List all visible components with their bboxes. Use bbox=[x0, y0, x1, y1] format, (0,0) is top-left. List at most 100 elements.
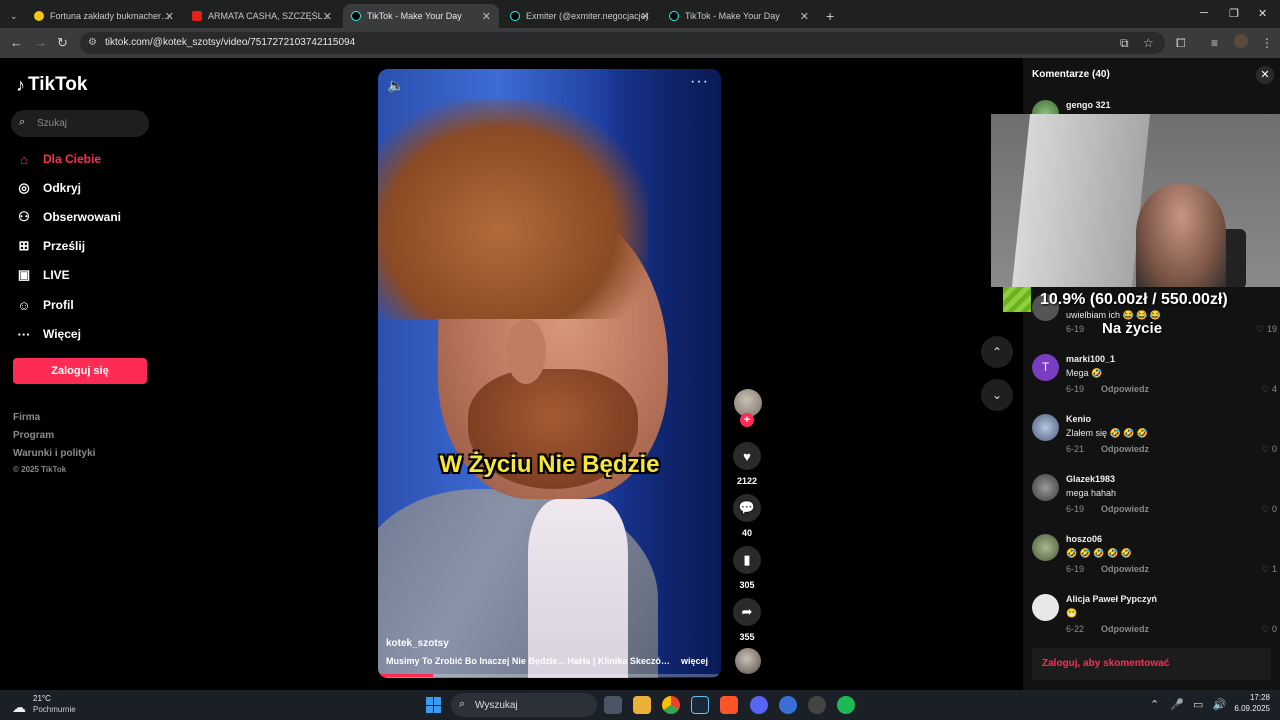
reading-list-icon[interactable]: ≡ bbox=[1211, 36, 1218, 50]
address-bar[interactable]: ⚙ tiktok.com/@kotek_szotsy/video/7517272… bbox=[80, 32, 1165, 54]
login-to-comment[interactable]: Zaloguj, aby skomentować bbox=[1032, 648, 1271, 680]
reply-button[interactable]: Odpowiedz bbox=[1101, 624, 1149, 634]
search-icon: ⌕ bbox=[459, 698, 466, 710]
avatar[interactable] bbox=[1032, 474, 1059, 501]
avatar[interactable] bbox=[1032, 414, 1059, 441]
comment-likes[interactable]: ♡ 0 bbox=[1261, 504, 1277, 515]
tiktok-logo[interactable]: ♪ TikTok bbox=[16, 74, 87, 96]
taskbar-search[interactable]: ⌕ Wyszukaj bbox=[451, 693, 597, 717]
close-window-icon[interactable]: ✕ bbox=[1258, 7, 1267, 20]
share-action[interactable]: ➦ 355 bbox=[733, 598, 761, 642]
avatar[interactable] bbox=[1032, 534, 1059, 561]
heart-icon[interactable]: ♥ bbox=[733, 442, 761, 470]
login-button[interactable]: Zaloguj się bbox=[13, 358, 147, 384]
tab-tiktok[interactable]: TikTok - Make Your Day ✕ bbox=[661, 4, 817, 28]
comment-likes[interactable]: ♡ 4 bbox=[1261, 384, 1277, 395]
nav-live[interactable]: ▣ LIVE bbox=[16, 267, 70, 283]
volume-icon[interactable]: 🔈 bbox=[387, 77, 404, 94]
comment-action[interactable]: 💬 40 bbox=[733, 494, 761, 538]
follow-plus-icon[interactable]: + bbox=[740, 413, 754, 427]
speaker-icon: 🔊 bbox=[1212, 699, 1227, 711]
search-icon: ⌕ bbox=[19, 116, 26, 128]
reply-button[interactable]: Odpowiedz bbox=[1101, 444, 1149, 454]
reply-button[interactable]: Odpowiedz bbox=[1101, 384, 1149, 394]
start-button[interactable] bbox=[426, 697, 442, 713]
extensions-icon[interactable]: ⧠ bbox=[1176, 36, 1186, 51]
system-tray[interactable]: ⌃ 🎤 ▭ 🔊 bbox=[1150, 698, 1226, 711]
copyright-text: © 2025 TikTok bbox=[13, 465, 67, 474]
close-comments-button[interactable]: ✕ bbox=[1256, 66, 1274, 84]
close-icon: ✕ bbox=[1260, 69, 1270, 81]
next-video-button[interactable]: ⌄ bbox=[981, 379, 1013, 411]
new-tab-button[interactable]: + bbox=[818, 4, 840, 28]
brave-icon[interactable] bbox=[720, 696, 738, 714]
taskbar-clock[interactable]: 17:28 6.09.2025 bbox=[1228, 693, 1270, 713]
search-input[interactable]: ⌕ Szukaj bbox=[11, 110, 149, 137]
nav-explore[interactable]: ◎ Odkryj bbox=[16, 180, 81, 196]
reply-button[interactable]: Odpowiedz bbox=[1101, 504, 1149, 514]
share-icon[interactable]: ➦ bbox=[733, 598, 761, 626]
back-icon[interactable]: ← bbox=[10, 35, 23, 50]
close-tab-icon[interactable]: ✕ bbox=[165, 10, 174, 23]
tab-exmiter[interactable]: Exmiter (@exmiter.negocjacje) ✕ bbox=[502, 4, 658, 28]
comments-title: Komentarze (40) bbox=[1032, 69, 1110, 80]
nav-following[interactable]: ⚇ Obserwowani bbox=[16, 209, 121, 225]
obs-icon[interactable] bbox=[808, 696, 826, 714]
menu-kebab-icon[interactable]: ⋮ bbox=[1261, 36, 1273, 50]
comment-likes[interactable]: ♡ 1 bbox=[1261, 564, 1277, 575]
tab-youtube[interactable]: ARMATA CASHA, SZCZĘŚLIWY ✕ bbox=[184, 4, 340, 28]
maximize-icon[interactable]: ❐ bbox=[1229, 7, 1239, 20]
video-progress-bar[interactable] bbox=[378, 674, 721, 677]
nav-more[interactable]: ··· Więcej bbox=[16, 326, 81, 342]
video-player[interactable]: W Życiu Nie Będzie 🔈 ··· kotek_szotsy Mu… bbox=[378, 69, 721, 678]
minimize-icon[interactable]: ─ bbox=[1200, 7, 1208, 19]
forward-icon[interactable]: → bbox=[34, 35, 47, 50]
sound-avatar[interactable] bbox=[735, 648, 761, 674]
donation-goal-bar bbox=[1003, 287, 1031, 312]
bookmark-star-icon[interactable]: ☆ bbox=[1143, 36, 1154, 50]
close-tab-icon[interactable]: ✕ bbox=[800, 10, 809, 23]
donation-goal-label: Na życie bbox=[1102, 320, 1163, 337]
nav-for-you[interactable]: ⌂ Dla Ciebie bbox=[16, 151, 101, 167]
nav-profile[interactable]: ☺ Profil bbox=[16, 297, 73, 313]
like-action[interactable]: ♥ 2122 bbox=[733, 442, 761, 486]
comment-icon[interactable]: 💬 bbox=[733, 494, 761, 522]
close-tab-icon[interactable]: ✕ bbox=[323, 10, 332, 23]
tab-fortuna[interactable]: Fortuna zakłady bukmacherskie ✕ bbox=[26, 4, 182, 28]
video-description-more[interactable]: więcej bbox=[681, 656, 708, 666]
comment-likes[interactable]: ♡ 19 bbox=[1256, 324, 1277, 335]
comment-likes[interactable]: ♡ 0 bbox=[1261, 444, 1277, 455]
tab-search-button[interactable]: ⌄ bbox=[2, 4, 24, 28]
save-action[interactable]: ▮ 305 bbox=[733, 546, 761, 590]
reload-icon[interactable]: ↻ bbox=[57, 35, 68, 51]
install-app-icon[interactable]: ⧉ bbox=[1120, 36, 1129, 51]
footer-link-terms[interactable]: Warunki i polityki bbox=[13, 448, 95, 459]
task-view-icon[interactable] bbox=[604, 696, 622, 714]
previous-video-button[interactable]: ⌃ bbox=[981, 336, 1013, 368]
tab-tiktok-active[interactable]: TikTok - Make Your Day ✕ bbox=[343, 4, 499, 28]
more-icon: ··· bbox=[17, 326, 31, 342]
nav-upload[interactable]: ⊞ Prześlij bbox=[16, 238, 85, 254]
discord-icon[interactable] bbox=[750, 696, 768, 714]
site-info-icon[interactable]: ⚙ bbox=[88, 32, 97, 54]
bookmark-icon[interactable]: ▮ bbox=[733, 546, 761, 574]
app-icon[interactable] bbox=[779, 696, 797, 714]
video-author[interactable]: kotek_szotsy bbox=[386, 638, 449, 649]
avatar[interactable]: T bbox=[1032, 354, 1059, 381]
file-explorer-icon[interactable] bbox=[633, 696, 651, 714]
chrome-icon[interactable] bbox=[662, 696, 680, 714]
profile-avatar-icon[interactable] bbox=[1234, 34, 1248, 48]
spotify-icon[interactable] bbox=[837, 696, 855, 714]
close-tab-icon[interactable]: ✕ bbox=[641, 10, 650, 23]
video-more-icon[interactable]: ··· bbox=[690, 73, 709, 91]
avatar[interactable] bbox=[1032, 594, 1059, 621]
steam-icon[interactable] bbox=[691, 696, 709, 714]
footer-link-company[interactable]: Firma bbox=[13, 412, 40, 423]
reply-button[interactable]: Odpowiedz bbox=[1101, 564, 1149, 574]
video-frame-ear bbox=[506, 319, 546, 384]
comment-likes[interactable]: ♡ 0 bbox=[1261, 624, 1277, 635]
share-count: 355 bbox=[739, 632, 755, 642]
close-tab-icon[interactable]: ✕ bbox=[482, 10, 491, 23]
youtube-favicon-icon bbox=[192, 11, 202, 21]
footer-link-program[interactable]: Program bbox=[13, 430, 54, 441]
